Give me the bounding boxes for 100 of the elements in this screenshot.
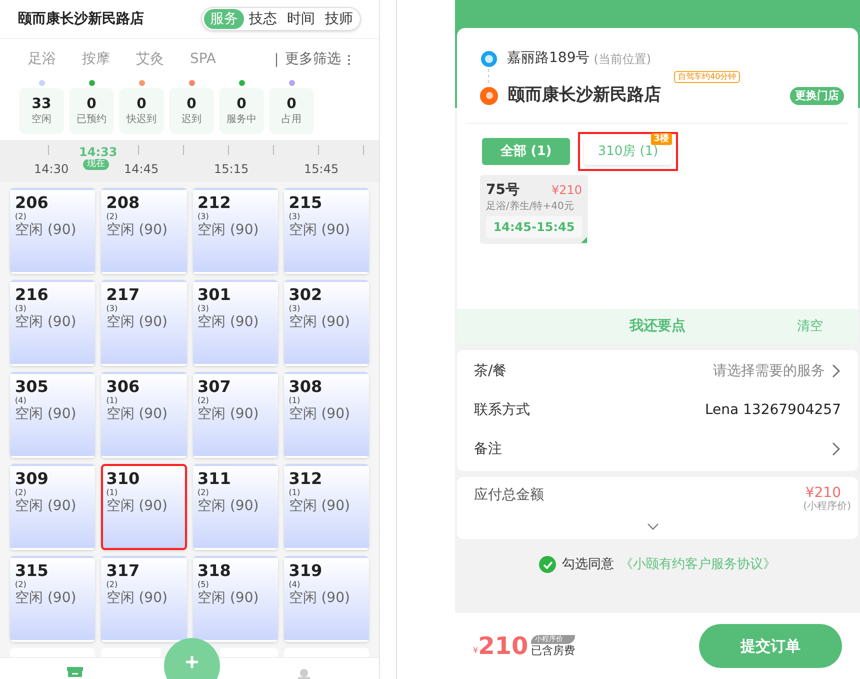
plus-icon — [185, 655, 199, 669]
status-label: 已预约 — [76, 113, 106, 127]
expand-icon[interactable] — [647, 522, 659, 531]
room-card[interactable]: 216 (3) 空闲 (90) — [10, 280, 96, 366]
form-label: 茶/餐 — [474, 362, 507, 381]
room-card[interactable]: 206 (2) 空闲 (90) — [10, 188, 96, 274]
room-capacity: (3) — [198, 212, 210, 221]
status-label: 快迟到 — [126, 113, 156, 127]
person-icon[interactable] — [296, 668, 312, 679]
room-card[interactable]: 307 (2) 空闲 (90) — [192, 372, 278, 458]
more-icon — [347, 54, 351, 66]
form-value: Lena 13267904257 — [704, 400, 841, 420]
room-number: 305 — [15, 378, 50, 396]
now-time: 14:33 — [79, 144, 118, 159]
form-row[interactable]: 备注 — [474, 430, 841, 469]
agree-checkbox[interactable] — [539, 556, 556, 573]
room-capacity: (2) — [106, 580, 119, 589]
room-card[interactable]: 318 (5) 空闲 (90) — [192, 556, 278, 642]
room-card[interactable]: 215 (3) 空闲 (90) — [284, 188, 369, 274]
room-card[interactable]: 302 (3) 空闲 (90) — [284, 280, 369, 366]
status-count: 33 — [32, 95, 52, 113]
room-card[interactable]: 217 (3) 空闲 (90) — [101, 280, 186, 366]
room-status: 空闲 (90) — [106, 589, 168, 607]
room-number: 208 — [106, 194, 141, 212]
origin-note: (当前位置) — [594, 50, 652, 68]
status-count: 0 — [86, 95, 96, 113]
room-card[interactable]: 308 (1) 空闲 (90) — [284, 372, 369, 458]
store-name: 颐而康长沙新民路店 — [18, 10, 144, 28]
technician-number: 75号 — [486, 180, 520, 200]
room-card[interactable]: 305 (4) 空闲 (90) — [10, 372, 96, 458]
room-status: 空闲 (90) — [106, 221, 168, 239]
room-status: 空闲 (90) — [198, 313, 260, 331]
add-button[interactable] — [164, 638, 220, 679]
room-card[interactable]: 309 (2) 空闲 (90) — [10, 464, 96, 550]
room-status: 空闲 (90) — [106, 405, 168, 423]
more-filter-button[interactable]: 更多筛选 — [285, 49, 341, 70]
room-status: 空闲 (90) — [288, 221, 351, 239]
room-card[interactable]: 310 (1) 空闲 (90) — [101, 464, 186, 550]
room-status: 空闲 (90) — [288, 405, 351, 423]
status-count: 0 — [236, 95, 246, 113]
room-card[interactable]: 315 (2) 空闲 (90) — [10, 556, 96, 642]
room-number: 212 — [198, 194, 232, 212]
room-card[interactable]: 301 (3) 空闲 (90) — [192, 280, 278, 366]
form-row[interactable]: 茶/餐 请选择需要的服务 — [474, 352, 841, 391]
room-card[interactable]: 212 (3) 空闲 (90) — [192, 188, 278, 274]
room-capacity: (3) — [15, 304, 28, 313]
room-number: 302 — [288, 286, 324, 304]
room-card[interactable]: 306 (1) 空闲 (90) — [101, 372, 186, 458]
destination-marker-icon — [480, 86, 498, 105]
room-status: 空闲 (90) — [15, 497, 78, 515]
floor-badge: 3楼 — [650, 132, 672, 144]
archive-icon[interactable] — [66, 667, 83, 677]
time-tick: 14:45 — [124, 161, 159, 178]
form-row[interactable]: 联系方式 Lena 13267904257 — [474, 390, 841, 430]
room-capacity: (4) — [15, 396, 28, 405]
form-label: 联系方式 — [474, 400, 530, 420]
room-fee-note: 已含房费 — [531, 644, 576, 657]
form-label: 备注 — [474, 440, 502, 459]
room-capacity: (2) — [198, 488, 210, 497]
room-number: 310 — [106, 470, 141, 488]
room-number: 301 — [198, 286, 232, 304]
status-label: 占用 — [282, 113, 302, 127]
drive-time-badge: 自驾车约40分钟 — [674, 71, 740, 83]
time-tick: 15:45 — [304, 161, 339, 178]
price-note: (小程序价) — [803, 500, 851, 513]
total-label: 应付总金额 — [474, 486, 544, 505]
total-amount: ¥210 — [805, 484, 841, 501]
status-count: 0 — [186, 95, 196, 113]
room-capacity: (3) — [106, 304, 119, 313]
room-number: 307 — [198, 378, 232, 396]
room-card[interactable]: 317 (2) 空闲 (90) — [101, 556, 186, 642]
room-capacity: (3) — [288, 304, 302, 313]
room-card[interactable]: 208 (2) 空闲 (90) — [101, 188, 186, 274]
room-capacity: (2) — [15, 488, 28, 497]
technician-card[interactable]: 75号 ¥210 足浴/养生/特+40元 14:45-15:45 — [480, 174, 588, 244]
room-card[interactable]: 311 (2) 空闲 (90) — [192, 464, 278, 550]
room-capacity: (1) — [288, 396, 302, 405]
room-status: 空闲 (90) — [198, 405, 260, 423]
check-icon — [542, 560, 552, 568]
technician-price: ¥210 — [551, 182, 582, 199]
room-capacity: (3) — [288, 212, 302, 221]
status-label: 服务中 — [226, 113, 256, 127]
room-capacity: (2) — [15, 212, 28, 221]
room-status: 空闲 (90) — [288, 313, 351, 331]
view-tab[interactable]: 技态 — [244, 9, 282, 29]
room-number: 308 — [288, 378, 324, 396]
room-number: 315 — [15, 562, 50, 580]
time-slot: 14:45-15:45 — [486, 216, 582, 238]
room-number: 215 — [288, 194, 324, 212]
room-status: 空闲 (90) — [198, 221, 260, 239]
view-tab[interactable]: 技师 — [320, 9, 358, 29]
room-card[interactable]: 319 (4) 空闲 (90) — [284, 556, 369, 642]
room-number: 306 — [106, 378, 141, 396]
room-card[interactable]: 312 (1) 空闲 (90) — [284, 464, 369, 550]
room-number: 216 — [15, 286, 50, 304]
room-status: 空闲 (90) — [15, 221, 78, 239]
room-number: 309 — [15, 470, 50, 488]
room-status: 空闲 (90) — [106, 313, 168, 331]
room-capacity: (5) — [198, 580, 210, 589]
view-tab[interactable]: 时间 — [282, 9, 320, 29]
